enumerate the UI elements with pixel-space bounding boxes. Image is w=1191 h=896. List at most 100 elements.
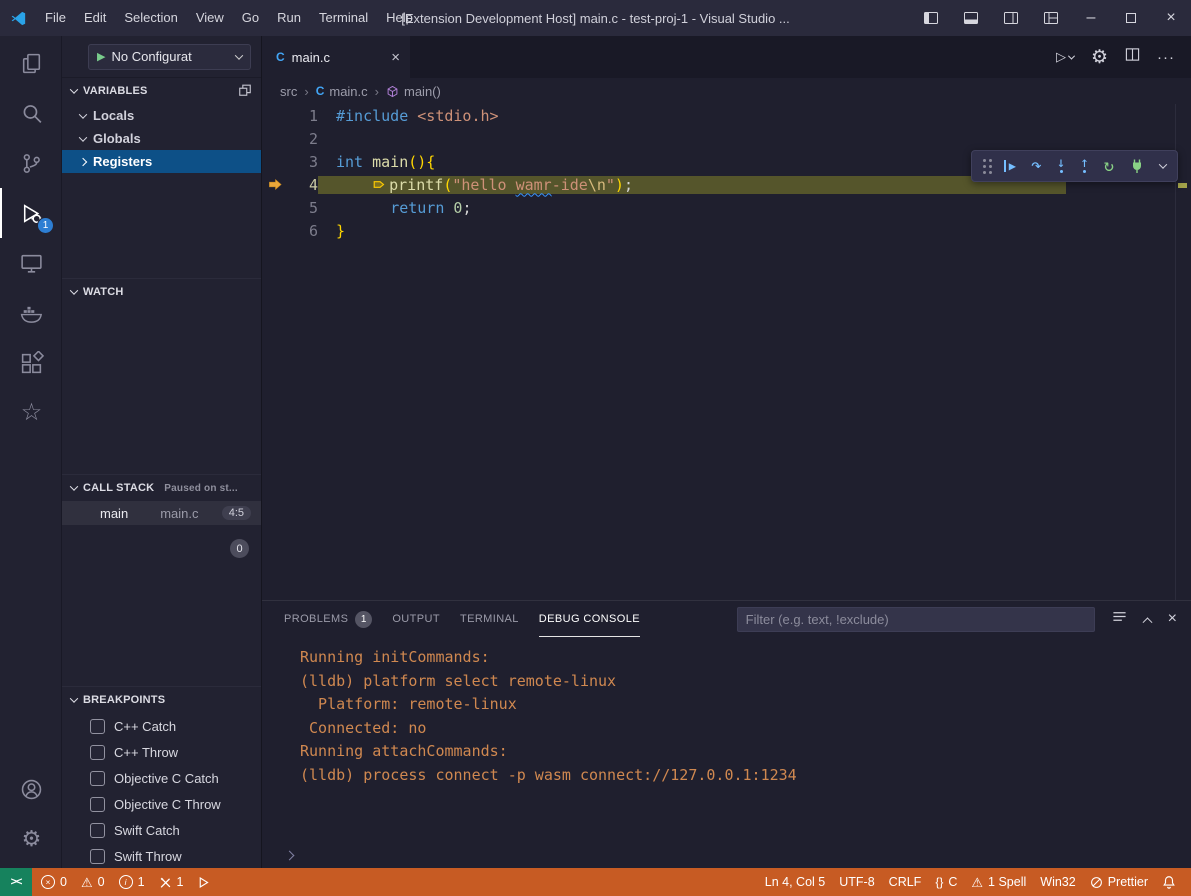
layout-secondary-sidebar-icon[interactable] [991, 0, 1031, 36]
activity-search[interactable] [0, 88, 61, 138]
breadcrumb-src[interactable]: src [280, 84, 297, 99]
menu-go[interactable]: Go [233, 0, 268, 36]
continue-icon[interactable]: ▶ [1004, 159, 1016, 173]
collapse-all-icon[interactable] [238, 83, 252, 100]
activity-run-and-debug[interactable]: 1 [0, 188, 61, 238]
debug-config-dropdown[interactable]: ▶ No Configurat [88, 44, 251, 70]
menu-run[interactable]: Run [268, 0, 310, 36]
status-spell-status[interactable]: ⚠1 Spell [964, 868, 1033, 896]
breadcrumb-mainc[interactable]: Cmain.c [316, 84, 368, 99]
status-debug-action[interactable] [190, 868, 217, 896]
minimize-icon[interactable]: – [1071, 0, 1111, 36]
status-language-mode[interactable]: {}C [928, 868, 964, 896]
checkbox[interactable] [90, 745, 105, 760]
layout-sidebar-icon[interactable] [911, 0, 951, 36]
remote-indicator[interactable]: >< [0, 868, 32, 896]
activity-accounts[interactable] [0, 764, 61, 814]
step-out-icon[interactable]: ↑ [1080, 159, 1088, 173]
filter-input[interactable] [737, 607, 1095, 632]
menu-selection[interactable]: Selection [115, 0, 186, 36]
menu-terminal[interactable]: Terminal [310, 0, 377, 36]
code-editor[interactable]: ▶↷↓↑↻ 1#include <stdio.h>23int main(){4 … [262, 104, 1191, 600]
panel-tab-problems[interactable]: PROBLEMS1 [284, 601, 372, 637]
chevron-down-icon[interactable] [1160, 163, 1166, 169]
status-eol[interactable]: CRLF [882, 868, 929, 896]
config-label: No Configurat [111, 49, 191, 64]
restart-icon[interactable]: ↻ [1104, 158, 1114, 175]
status-platform[interactable]: Win32 [1033, 868, 1082, 896]
run-dropdown-icon[interactable]: ▷ [1056, 49, 1074, 65]
breakpoints-header[interactable]: BREAKPOINTS [62, 687, 261, 713]
more-actions-icon[interactable]: ··· [1157, 49, 1175, 66]
status-encoding[interactable]: UTF-8 [832, 868, 881, 896]
gear-icon[interactable]: ⚙ [1091, 48, 1108, 67]
code-line: 1#include <stdio.h> [262, 104, 1191, 127]
layout-panel-icon[interactable] [951, 0, 991, 36]
close-icon[interactable]: × [391, 49, 400, 66]
breadcrumb-main[interactable]: main() [386, 84, 441, 99]
split-editor-icon[interactable] [1125, 47, 1140, 67]
panel-tab-terminal[interactable]: TERMINAL [460, 601, 519, 637]
checkbox[interactable] [90, 849, 105, 864]
variables-section: VARIABLES LocalsGlobalsRegisters [62, 78, 261, 278]
chevron-down-icon [79, 133, 87, 141]
activity-wamr-ide[interactable]: ☆ [0, 388, 61, 438]
line-number: 4 [288, 176, 318, 194]
chevron-down-icon [70, 482, 78, 490]
status-info-count[interactable]: i1 [112, 868, 152, 896]
menu-edit[interactable]: Edit [75, 0, 115, 36]
status-notifications[interactable] [1155, 868, 1183, 896]
status-errors-count[interactable]: ×0 [34, 868, 74, 896]
breakpoint-objective-c-throw[interactable]: Objective C Throw [62, 791, 261, 817]
breadcrumb-separator: › [304, 84, 308, 99]
activity-explorer[interactable] [0, 38, 61, 88]
chevron-down-icon [70, 286, 78, 294]
activity-source-control[interactable] [0, 138, 61, 188]
close-icon[interactable]: × [1151, 0, 1191, 36]
debug-config-bar: ▶ No Configurat [62, 36, 261, 78]
checkbox[interactable] [90, 797, 105, 812]
start-debug-icon[interactable]: ▶ [97, 50, 105, 63]
disconnect-icon[interactable] [1129, 158, 1145, 174]
panel-tab-output[interactable]: OUTPUT [392, 601, 440, 637]
breakpoint-swift-throw[interactable]: Swift Throw [62, 843, 261, 868]
status-tools-count[interactable]: 1 [152, 868, 191, 896]
layout-customize-icon[interactable] [1031, 0, 1071, 36]
checkbox[interactable] [90, 771, 105, 786]
variables-item-locals[interactable]: Locals [62, 104, 261, 127]
status-warnings-count[interactable]: ⚠0 [74, 868, 112, 896]
breakpoint-swift-catch[interactable]: Swift Catch [62, 817, 261, 843]
menu-file[interactable]: File [36, 0, 75, 36]
maximize-icon[interactable] [1111, 0, 1151, 36]
step-into-icon[interactable]: ↓ [1057, 159, 1065, 173]
activity-remote-explorer[interactable] [0, 238, 61, 288]
symbol-method-icon [386, 85, 399, 98]
breakpoint-c-throw[interactable]: C++ Throw [62, 739, 261, 765]
checkbox[interactable] [90, 719, 105, 734]
watch-header[interactable]: WATCH [62, 279, 261, 305]
callstack-frame[interactable]: mainmain.c4:5 [62, 501, 261, 525]
status-prettier-status[interactable]: Prettier [1083, 868, 1155, 896]
activity-settings[interactable]: ⚙ [0, 814, 61, 864]
info-icon: i [119, 875, 133, 889]
warning-icon: ⚠ [971, 876, 983, 889]
panel-tab-debug-console[interactable]: DEBUG CONSOLE [539, 601, 640, 637]
output-actions-icon[interactable] [1112, 609, 1127, 629]
chevron-up-icon[interactable] [1142, 617, 1152, 627]
status-cursor-position[interactable]: Ln 4, Col 5 [758, 868, 832, 896]
breakpoint-objective-c-catch[interactable]: Objective C Catch [62, 765, 261, 791]
activity-docker[interactable] [0, 288, 61, 338]
menu-view[interactable]: View [187, 0, 233, 36]
checkbox[interactable] [90, 823, 105, 838]
close-icon[interactable]: × [1168, 610, 1177, 628]
variables-item-registers[interactable]: Registers [62, 150, 261, 173]
tab-main-c[interactable]: C main.c × [262, 36, 410, 78]
variables-item-globals[interactable]: Globals [62, 127, 261, 150]
step-over-icon[interactable]: ↷ [1031, 157, 1042, 175]
chevron-down-icon [70, 694, 78, 702]
activity-extensions[interactable] [0, 338, 61, 388]
debug-console-input[interactable] [262, 842, 1191, 868]
breakpoint-c-catch[interactable]: C++ Catch [62, 713, 261, 739]
variables-header[interactable]: VARIABLES [62, 78, 261, 104]
callstack-header[interactable]: CALL STACK Paused on st... [62, 475, 261, 501]
